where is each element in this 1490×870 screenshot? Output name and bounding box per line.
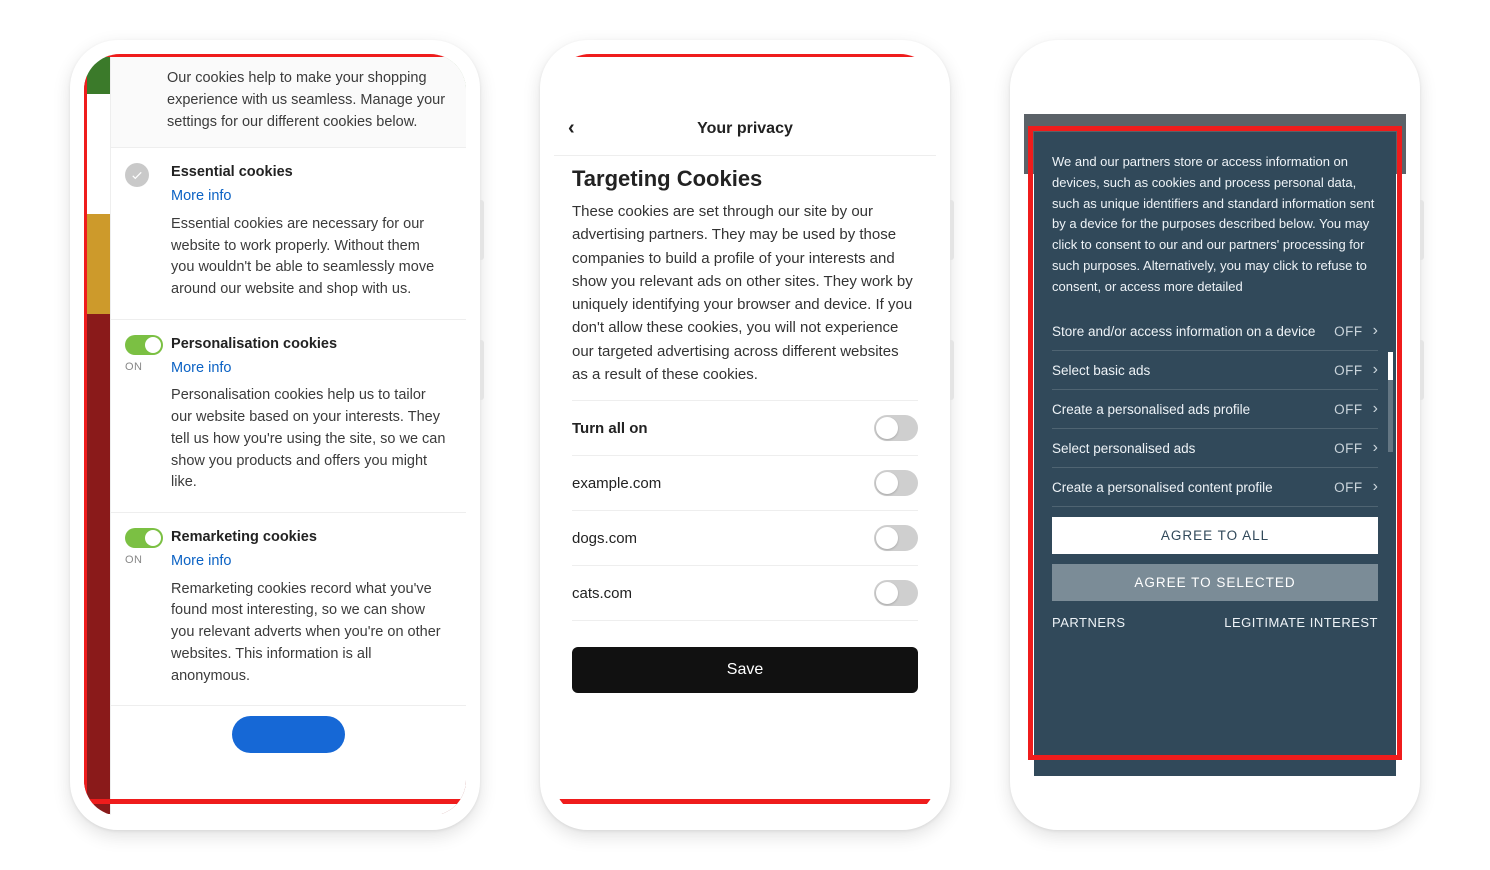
chevron-right-icon: › bbox=[1373, 478, 1378, 496]
section-title: Essential cookies bbox=[171, 162, 446, 184]
row-label: example.com bbox=[572, 475, 661, 492]
toggle-row: cats.com bbox=[572, 566, 918, 621]
phone-side-button bbox=[950, 340, 954, 400]
purpose-state: OFF bbox=[1334, 402, 1363, 417]
purpose-row[interactable]: Create a personalised ads profile OFF › bbox=[1052, 390, 1378, 429]
top-whitespace bbox=[1024, 54, 1406, 114]
phone-mockup-1: Our cookies help to make your shopping e… bbox=[70, 40, 480, 830]
toggle-on-icon[interactable] bbox=[125, 528, 163, 548]
purpose-label: Create a personalised ads profile bbox=[1052, 402, 1250, 417]
purpose-state: OFF bbox=[1334, 441, 1363, 456]
toggle-row: dogs.com bbox=[572, 511, 918, 566]
cookie-section-personalisation: ON Personalisation cookies More info Per… bbox=[111, 320, 466, 513]
chevron-right-icon: › bbox=[1373, 361, 1378, 379]
agree-to-selected-button[interactable]: AGREE TO SELECTED bbox=[1052, 564, 1378, 601]
section-body: Essential cookies are necessary for our … bbox=[171, 214, 446, 301]
purpose-row[interactable]: Create a personalised content profile OF… bbox=[1052, 468, 1378, 507]
cookie-settings-panel: Our cookies help to make your shopping e… bbox=[110, 54, 466, 816]
phone-mockup-3: We and our partners store or access info… bbox=[1010, 40, 1420, 830]
phone-side-button bbox=[950, 200, 954, 260]
chevron-right-icon: › bbox=[1373, 439, 1378, 457]
toggle-on-icon[interactable] bbox=[125, 335, 163, 355]
more-info-link[interactable]: More info bbox=[171, 186, 446, 208]
phone-side-button bbox=[1420, 340, 1424, 400]
phone-screen-2: ‹ Your privacy Targeting Cookies These c… bbox=[554, 54, 936, 816]
row-label: dogs.com bbox=[572, 530, 637, 547]
save-button[interactable]: Save bbox=[572, 647, 918, 693]
agree-to-all-button[interactable]: AGREE TO ALL bbox=[1052, 517, 1378, 554]
bottom-whitespace bbox=[1024, 776, 1406, 816]
purpose-state: OFF bbox=[1334, 324, 1363, 339]
chevron-right-icon: › bbox=[1373, 322, 1378, 340]
more-info-link[interactable]: More info bbox=[171, 358, 446, 380]
partners-link[interactable]: PARTNERS bbox=[1052, 615, 1126, 630]
section-body: Remarketing cookies record what you've f… bbox=[171, 579, 446, 688]
toggle-row-turn-all-on: Turn all on bbox=[572, 400, 918, 456]
panel-description: These cookies are set through our site b… bbox=[572, 200, 918, 386]
toggle-row: example.com bbox=[572, 456, 918, 511]
phone-side-button bbox=[480, 200, 484, 260]
switch-off[interactable] bbox=[874, 415, 918, 441]
section-body: Personalisation cookies help us to tailo… bbox=[171, 385, 446, 494]
save-button-wrap bbox=[111, 706, 466, 753]
purpose-label: Store and/or access information on a dev… bbox=[1052, 324, 1315, 339]
purpose-label: Select personalised ads bbox=[1052, 441, 1195, 456]
intro-text: Our cookies help to make your shopping e… bbox=[111, 54, 466, 148]
header-title: Your privacy bbox=[697, 120, 793, 138]
cookie-section-essential: Essential cookies More info Essential co… bbox=[111, 148, 466, 320]
consent-intro-text: We and our partners store or access info… bbox=[1052, 152, 1378, 302]
row-label: Turn all on bbox=[572, 420, 648, 437]
purpose-label: Select basic ads bbox=[1052, 363, 1150, 378]
phone-side-button bbox=[1420, 200, 1424, 260]
legitimate-interest-link[interactable]: LEGITIMATE INTEREST bbox=[1224, 615, 1378, 630]
scrollbar-track[interactable] bbox=[1388, 352, 1393, 452]
phone-side-button bbox=[480, 340, 484, 400]
panel-heading: Targeting Cookies bbox=[572, 166, 918, 192]
back-chevron-icon[interactable]: ‹ bbox=[568, 117, 575, 140]
phone-screen-1: Our cookies help to make your shopping e… bbox=[84, 54, 466, 816]
targeting-cookies-panel: ‹ Your privacy Targeting Cookies These c… bbox=[554, 54, 936, 816]
row-label: cats.com bbox=[572, 585, 632, 602]
purpose-state: OFF bbox=[1334, 480, 1363, 495]
consent-footer: PARTNERS LEGITIMATE INTEREST bbox=[1052, 615, 1378, 630]
toggle-state-label: ON bbox=[125, 552, 167, 569]
panel-header: ‹ Your privacy bbox=[554, 102, 936, 156]
purpose-row[interactable]: Store and/or access information on a dev… bbox=[1052, 312, 1378, 351]
purpose-state: OFF bbox=[1334, 363, 1363, 378]
phone-screen-3: We and our partners store or access info… bbox=[1024, 54, 1406, 816]
purpose-row[interactable]: Select personalised ads OFF › bbox=[1052, 429, 1378, 468]
switch-off[interactable] bbox=[874, 525, 918, 551]
more-info-link[interactable]: More info bbox=[171, 551, 446, 573]
cookie-section-remarketing: ON Remarketing cookies More info Remarke… bbox=[111, 513, 466, 706]
section-title: Personalisation cookies bbox=[171, 334, 446, 356]
section-title: Remarketing cookies bbox=[171, 527, 446, 549]
scrollbar-thumb[interactable] bbox=[1388, 352, 1393, 380]
toggle-state-label: ON bbox=[125, 359, 167, 376]
purpose-row[interactable]: Select basic ads OFF › bbox=[1052, 351, 1378, 390]
chevron-right-icon: › bbox=[1373, 400, 1378, 418]
check-icon bbox=[125, 163, 149, 187]
switch-off[interactable] bbox=[874, 580, 918, 606]
phone-mockup-2: ‹ Your privacy Targeting Cookies These c… bbox=[540, 40, 950, 830]
consent-panel: We and our partners store or access info… bbox=[1034, 132, 1396, 776]
save-button[interactable] bbox=[232, 716, 346, 753]
purpose-label: Create a personalised content profile bbox=[1052, 480, 1273, 495]
switch-off[interactable] bbox=[874, 470, 918, 496]
